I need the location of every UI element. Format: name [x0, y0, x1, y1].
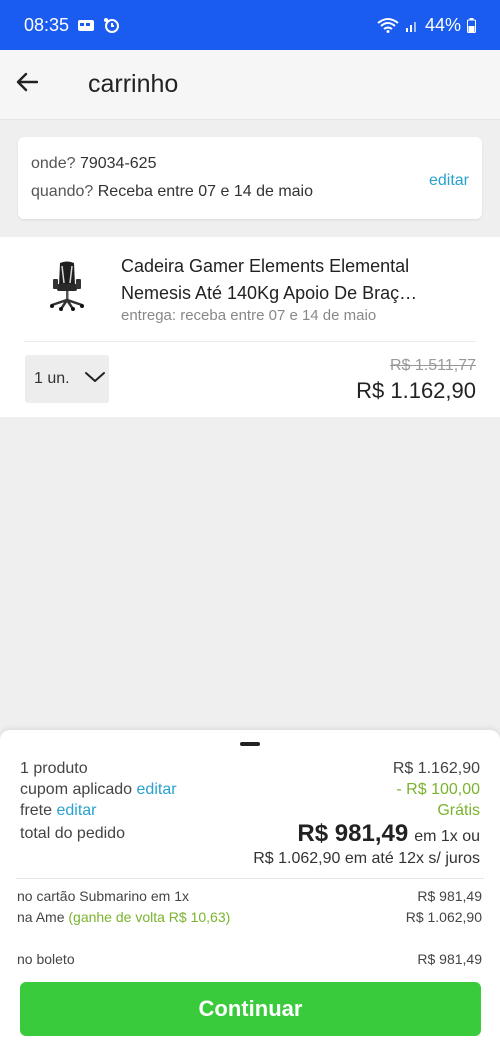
chevron-down-icon: [84, 370, 106, 388]
continue-button[interactable]: Continuar: [20, 982, 481, 1036]
where-label: onde?: [31, 155, 76, 172]
ame-value: R$ 1.062,90: [405, 909, 482, 925]
payment-boleto-row: no boleto R$ 981,49: [17, 951, 482, 967]
product-name-line2: Nemesis Até 140Kg Apoio De Braç…: [121, 283, 418, 303]
boleto-label: no boleto: [17, 951, 75, 967]
product-old-price: R$ 1.511,77: [390, 357, 476, 374]
total-value: R$ 981,49: [297, 820, 409, 847]
coupon-value: - R$ 100,00: [396, 781, 480, 798]
app-header: carrinho: [0, 50, 500, 120]
edit-delivery-link[interactable]: editar: [429, 172, 469, 190]
shipping-label-group: frete editar: [20, 802, 97, 820]
product-price: R$ 1.162,90: [356, 378, 476, 403]
quantity-selector[interactable]: 1 un.: [25, 355, 109, 403]
divider: [16, 878, 484, 879]
boleto-value: R$ 981,49: [417, 951, 482, 967]
shipping-label: frete: [20, 802, 53, 819]
order-summary-sheet: 1 produto R$ 1.162,90 cupom aplicado edi…: [0, 730, 500, 1056]
payment-ame-row: na Ame (ganhe de volta R$ 10,63) R$ 1.06…: [17, 909, 482, 925]
product-name-line1: Cadeira Gamer Elements Elemental: [121, 256, 410, 276]
drag-handle[interactable]: [240, 742, 260, 746]
card-value: R$ 981,49: [417, 888, 482, 904]
card-label: no cartão Submarino em 1x: [17, 888, 189, 904]
shipping-value: Grátis: [437, 802, 480, 819]
divider: [24, 341, 476, 342]
coupon-edit-link[interactable]: editar: [137, 781, 177, 798]
signal-icon: [405, 18, 419, 32]
coupon-label-group: cupom aplicado editar: [20, 781, 177, 799]
summary-products-row: 1 produto R$ 1.162,90: [20, 760, 480, 778]
product-delivery-estimate: entrega: receba entre 07 e 14 de maio: [121, 307, 377, 324]
ame-cashback: (ganhe de volta R$ 10,63): [68, 909, 231, 925]
total-price-group: R$ 981,49 em 1x ou: [297, 820, 480, 848]
status-right: 44%: [377, 15, 476, 36]
products-value: R$ 1.162,90: [392, 760, 480, 777]
where-value: 79034-625: [79, 155, 157, 172]
cart-item: Cadeira Gamer Elements Elemental Nemesis…: [0, 237, 500, 417]
coupon-label: cupom aplicado: [20, 781, 133, 798]
products-label: 1 produto: [20, 760, 88, 777]
quantity-value: 1 un.: [34, 370, 70, 387]
payment-card-row: no cartão Submarino em 1x R$ 981,49: [17, 888, 482, 904]
product-image[interactable]: [44, 261, 90, 311]
alarm-icon: [103, 17, 121, 33]
ame-label: na Ame: [17, 909, 65, 925]
when-value: Receba entre 07 e 14 de maio: [97, 183, 314, 200]
status-left: 08:35: [24, 15, 121, 36]
delivery-info-card: onde? 79034-625 quando? Receba entre 07 …: [18, 137, 482, 219]
product-name[interactable]: Cadeira Gamer Elements Elemental Nemesis…: [121, 253, 471, 307]
ame-label-group: na Ame (ganhe de volta R$ 10,63): [17, 909, 230, 925]
when-label: quando?: [31, 183, 94, 200]
delivery-where-row: onde? 79034-625: [31, 155, 469, 173]
cart-screen: 08:35 44% carrinho onde? 79034-625 quand…: [0, 0, 500, 1056]
total-label: total do pedido: [20, 825, 125, 842]
total-suffix: em 1x ou: [414, 828, 480, 845]
status-bar: 08:35 44%: [0, 0, 500, 50]
installments-text: R$ 1.062,90 em até 12x s/ juros: [253, 850, 480, 867]
summary-coupon-row: cupom aplicado editar - R$ 100,00: [20, 781, 480, 799]
calendar-icon: [77, 18, 95, 32]
page-title: carrinho: [88, 70, 179, 98]
summary-shipping-row: frete editar Grátis: [20, 802, 480, 820]
wifi-icon: [377, 17, 399, 33]
gamer-chair-icon: [44, 261, 90, 315]
shipping-edit-link[interactable]: editar: [56, 802, 96, 819]
back-button[interactable]: [0, 50, 54, 120]
battery-icon: [467, 17, 476, 33]
status-time: 08:35: [24, 14, 70, 35]
arrow-left-icon: [16, 72, 39, 97]
battery-percent: 44%: [424, 14, 461, 35]
delivery-when-row: quando? Receba entre 07 e 14 de maio: [31, 183, 469, 201]
